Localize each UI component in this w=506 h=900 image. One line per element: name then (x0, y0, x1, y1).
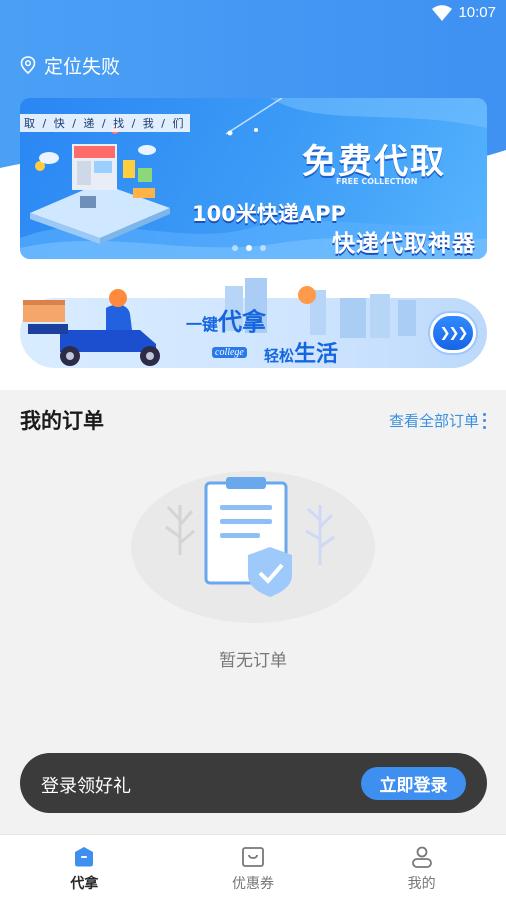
banner2-tagline: 轻松生活 (264, 336, 338, 368)
banner2-tagline-prefix: 轻松 (264, 347, 295, 365)
banner2-headline: 一键代拿 (186, 302, 266, 337)
banner-line-2: 快递代取神器 (332, 231, 476, 257)
banner-line-1: 100米快递APP (192, 202, 346, 226)
bottom-tab-bar: 代拿 优惠券 我的 (0, 834, 506, 900)
delivery-icon (75, 847, 94, 867)
tab-label: 代拿 (70, 876, 99, 892)
location-text: 定位失败 (44, 55, 121, 78)
status-bar: 10:07 (0, 0, 506, 28)
empty-orders-illustration (131, 471, 375, 623)
login-promo-bar: 登录领好礼 立即登录 (20, 753, 487, 813)
login-now-button[interactable]: 立即登录 (361, 767, 466, 800)
empty-orders-text: 暂无订单 (219, 651, 287, 671)
status-time: 10:07 (458, 4, 496, 21)
carousel-indicator (232, 245, 266, 251)
more-dots-icon (483, 412, 487, 429)
profile-icon (411, 846, 432, 868)
banner2-headline-prefix: 一键 (186, 315, 219, 334)
banner-title: 免费代取 (302, 142, 446, 182)
banner-top-tag: 取 / 快 / 递 / 找 / 我 / 们 (20, 114, 190, 132)
tab-label: 我的 (407, 876, 436, 892)
tab-coupons[interactable]: 优惠券 (169, 835, 338, 900)
carousel-dot[interactable] (260, 245, 266, 251)
banner2-tagline-main: 生活 (294, 342, 339, 367)
tab-profile[interactable]: 我的 (337, 835, 506, 900)
tab-label: 优惠券 (232, 876, 274, 892)
college-tag: college (212, 347, 247, 358)
login-promo-text: 登录领好礼 (41, 776, 131, 797)
delivery-service-banner[interactable]: 一键代拿 college 轻松生活 ❯❯❯ (20, 278, 487, 370)
carousel-dot[interactable] (232, 245, 238, 251)
location-pin-icon (20, 56, 36, 74)
banner-subtitle: FREE COLLECTION (336, 177, 418, 186)
forward-arrows-icon[interactable]: ❯❯❯ (430, 313, 476, 353)
wifi-icon (432, 5, 452, 21)
my-orders-title: 我的订单 (20, 409, 104, 433)
banner2-headline-main: 代拿 (218, 308, 267, 336)
coupon-bag-icon (242, 847, 264, 867)
view-all-orders-link[interactable]: 查看全部订单 (389, 410, 487, 431)
carousel-dot-active[interactable] (246, 245, 252, 251)
my-orders-header: 我的订单 查看全部订单 (20, 405, 487, 437)
location-selector[interactable]: 定位失败 (20, 52, 120, 78)
promo-banner-carousel[interactable]: 取 / 快 / 递 / 找 / 我 / 们 免费代取 FREE COLLECTI… (20, 98, 487, 259)
tab-delivery[interactable]: 代拿 (0, 835, 169, 900)
view-all-orders-label: 查看全部订单 (388, 412, 479, 430)
